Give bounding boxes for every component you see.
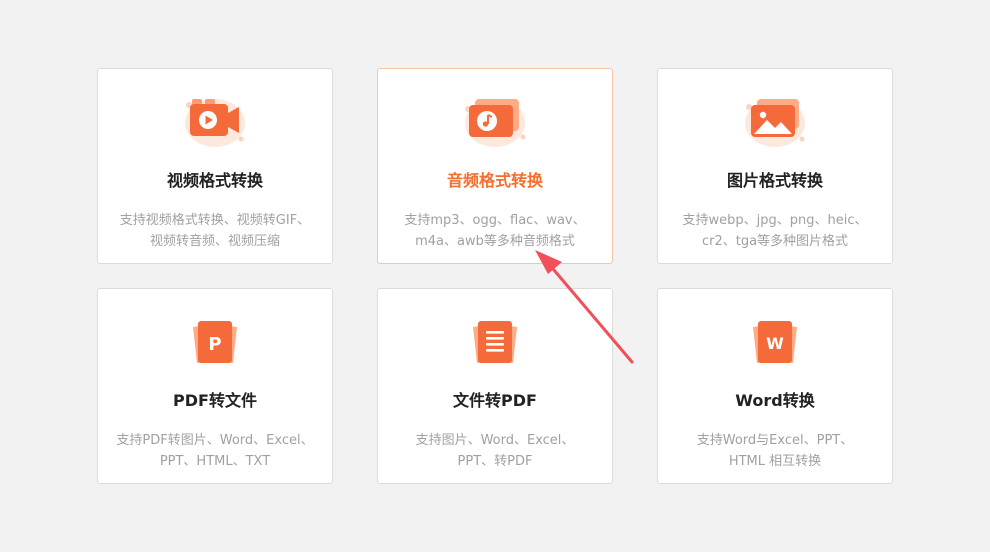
document-file-icon <box>459 309 531 373</box>
card-description-line: 支持webp、jpg、png、heic、 <box>682 213 868 228</box>
card-description: 支持视频格式转换、视频转GIF、 视频转音频、视频压缩 <box>108 210 322 252</box>
pdf-to-file-card[interactable]: P PDF转文件 支持PDF转图片、Word、Excel、 PPT、HTML、T… <box>97 288 333 484</box>
card-description-line: cr2、tga等多种图片格式 <box>701 234 849 249</box>
video-file-icon <box>179 89 251 153</box>
file-to-pdf-card[interactable]: 文件转PDF 支持图片、Word、Excel、 PPT、转PDF <box>377 288 613 484</box>
pdf-glyph: P <box>208 334 221 355</box>
pdf-file-icon: P <box>179 309 251 373</box>
audio-file-icon <box>459 89 531 153</box>
image-file-icon <box>739 89 811 153</box>
card-title: PDF转文件 <box>173 391 257 410</box>
card-description: 支持PDF转图片、Word、Excel、 PPT、HTML、TXT <box>108 430 322 472</box>
card-description-line: 视频转音频、视频压缩 <box>149 234 280 249</box>
image-convert-card[interactable]: 图片格式转换 支持webp、jpg、png、heic、 cr2、tga等多种图片… <box>657 68 893 264</box>
card-title: 视频格式转换 <box>166 171 263 190</box>
word-file-icon: W <box>739 309 811 373</box>
card-description-line: HTML 相互转换 <box>728 454 822 469</box>
card-description-line: m4a、awb等多种音频格式 <box>415 234 575 249</box>
word-glyph: W <box>766 334 784 353</box>
card-description-line: PPT、转PDF <box>457 454 533 469</box>
card-description: 支持图片、Word、Excel、 PPT、转PDF <box>388 430 602 472</box>
card-description-line: 支持mp3、ogg、flac、wav、 <box>404 213 586 228</box>
word-convert-card[interactable]: W Word转换 支持Word与Excel、PPT、 HTML 相互转换 <box>657 288 893 484</box>
card-description: 支持Word与Excel、PPT、 HTML 相互转换 <box>668 430 882 472</box>
card-title: 文件转PDF <box>453 391 537 410</box>
card-title: Word转换 <box>735 391 815 410</box>
card-description-line: 支持视频格式转换、视频转GIF、 <box>119 213 311 228</box>
card-title: 音频格式转换 <box>446 171 543 190</box>
card-description-line: PPT、HTML、TXT <box>159 454 271 469</box>
card-description-line: 支持图片、Word、Excel、 <box>415 433 575 448</box>
video-convert-card[interactable]: 视频格式转换 支持视频格式转换、视频转GIF、 视频转音频、视频压缩 <box>97 68 333 264</box>
card-title: 图片格式转换 <box>726 171 823 190</box>
card-description-line: 支持PDF转图片、Word、Excel、 <box>116 433 314 448</box>
converter-panel: 视频格式转换 支持视频格式转换、视频转GIF、 视频转音频、视频压缩 音频格式转… <box>0 0 990 552</box>
card-description: 支持webp、jpg、png、heic、 cr2、tga等多种图片格式 <box>668 210 882 252</box>
card-description: 支持mp3、ogg、flac、wav、 m4a、awb等多种音频格式 <box>388 210 602 252</box>
card-description-line: 支持Word与Excel、PPT、 <box>696 433 854 448</box>
audio-convert-card[interactable]: 音频格式转换 支持mp3、ogg、flac、wav、 m4a、awb等多种音频格… <box>377 68 613 264</box>
